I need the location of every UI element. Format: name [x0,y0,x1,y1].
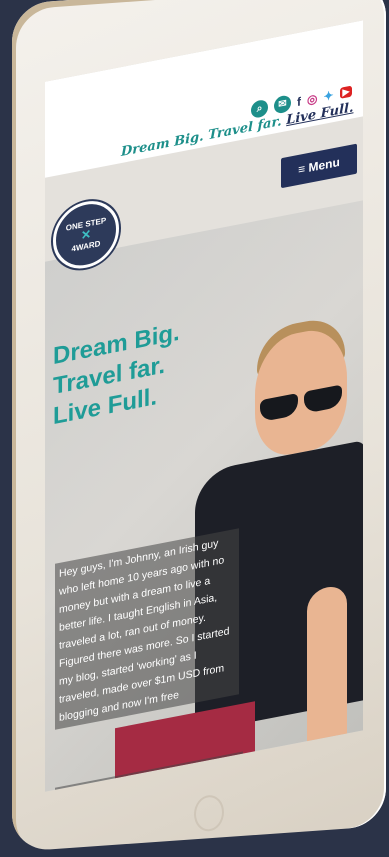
instagram-icon[interactable]: ◎ [307,91,317,107]
tagline-part2: Travel far. [208,114,282,144]
youtube-icon[interactable]: ▶ [339,85,353,99]
search-icon[interactable]: ⌕ [251,98,268,119]
ipad-frame: Dream Big. Travel far. Live Full. ⌕ ✉ f … [12,0,386,853]
device-screen: Dream Big. Travel far. Live Full. ⌕ ✉ f … [45,20,363,792]
email-icon[interactable]: ✉ [274,94,291,115]
person-arm [307,583,347,772]
facebook-icon[interactable]: f [297,94,301,109]
tagline-part1: Dream Big. [121,129,204,161]
home-button[interactable] [194,794,224,833]
twitter-icon[interactable]: ✦ [323,88,333,104]
logo-line2: 4WARD [71,238,101,254]
hero-bio: Hey guys, I'm Johnny, an Irish guy who l… [55,528,239,730]
menu-button[interactable]: ≡ Menu [281,143,357,189]
